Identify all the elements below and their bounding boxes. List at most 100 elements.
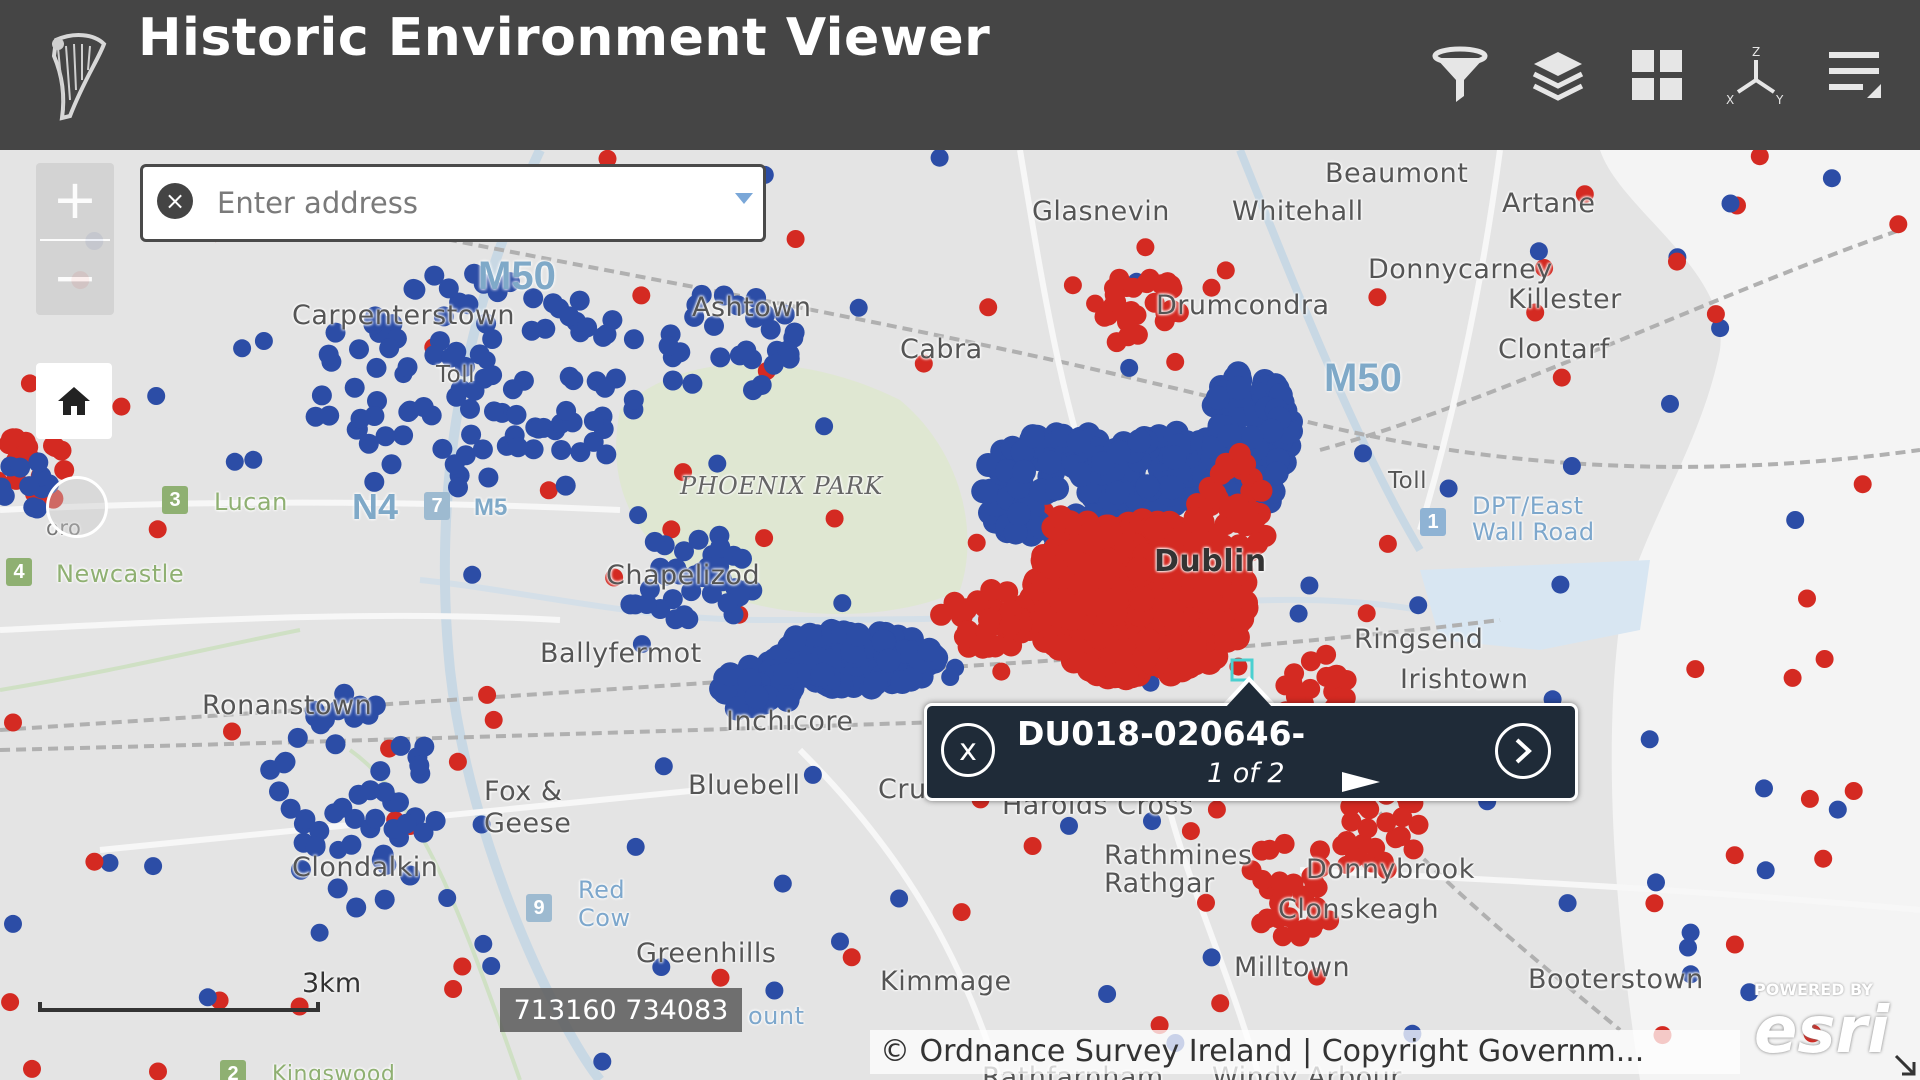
monument-point[interactable] — [1183, 506, 1206, 529]
monument-point[interactable] — [1067, 551, 1092, 576]
monument-point[interactable] — [717, 593, 738, 614]
monument-point[interactable] — [223, 722, 241, 741]
monument-point[interactable] — [311, 385, 332, 406]
monument-point[interactable] — [1181, 822, 1200, 841]
monument-point[interactable] — [1786, 511, 1805, 529]
monument-point[interactable] — [967, 533, 986, 552]
monument-point[interactable] — [1037, 450, 1062, 475]
monument-point[interactable] — [85, 852, 104, 871]
monument-point[interactable] — [810, 662, 835, 687]
monument-point[interactable] — [1551, 575, 1570, 594]
monument-point[interactable] — [506, 404, 527, 425]
monument-point[interactable] — [1104, 284, 1125, 305]
monument-point[interactable] — [1207, 800, 1226, 819]
monument-point[interactable] — [403, 278, 424, 299]
monument-point[interactable] — [849, 298, 868, 317]
monument-point[interactable] — [350, 408, 371, 429]
monument-point[interactable] — [629, 506, 648, 525]
monument-point[interactable] — [773, 874, 792, 893]
monument-point[interactable] — [1721, 194, 1740, 213]
monument-point[interactable] — [755, 529, 774, 548]
monument-point[interactable] — [478, 685, 497, 704]
monument-point[interactable] — [890, 889, 909, 908]
monument-point[interactable] — [513, 370, 534, 391]
monument-point[interactable] — [953, 625, 976, 648]
monument-point[interactable] — [370, 761, 391, 782]
monument-point[interactable] — [1409, 596, 1428, 615]
monument-point[interactable] — [325, 734, 346, 755]
monument-point[interactable] — [1205, 385, 1230, 410]
monument-point[interactable] — [1822, 169, 1841, 188]
coordinate-button[interactable]: Z X Y — [1724, 44, 1788, 108]
monument-point[interactable] — [269, 781, 289, 802]
monument-point[interactable] — [570, 442, 591, 463]
monument-point[interactable] — [1063, 276, 1082, 295]
monument-point[interactable] — [1242, 512, 1265, 535]
monument-point[interactable] — [379, 338, 400, 359]
monument-point[interactable] — [365, 808, 386, 829]
monument-point[interactable] — [556, 400, 577, 421]
monument-point[interactable] — [1006, 502, 1031, 527]
monument-point[interactable] — [1086, 623, 1112, 650]
filter-button[interactable] — [1428, 44, 1492, 108]
monument-point[interactable] — [1066, 429, 1091, 454]
basemap-gallery-button[interactable] — [1626, 44, 1690, 108]
monument-point[interactable] — [658, 335, 679, 356]
monument-point[interactable] — [1552, 368, 1571, 387]
monument-point[interactable] — [1105, 480, 1130, 505]
monument-point[interactable] — [1216, 261, 1235, 280]
monument-point[interactable] — [1706, 305, 1725, 324]
monument-point[interactable] — [358, 433, 379, 454]
monument-point[interactable] — [1160, 475, 1184, 500]
monument-point[interactable] — [453, 957, 472, 976]
monument-point[interactable] — [4, 713, 22, 732]
monument-point[interactable] — [1725, 846, 1744, 865]
monument-point[interactable] — [1162, 445, 1187, 470]
monument-point[interactable] — [1081, 657, 1108, 684]
monument-point[interactable] — [482, 957, 501, 975]
search-clear-button[interactable]: × — [157, 183, 193, 219]
address-search-input[interactable] — [215, 177, 689, 229]
monument-point[interactable] — [147, 387, 166, 405]
monument-point[interactable] — [674, 605, 695, 626]
monument-point[interactable] — [474, 934, 493, 953]
monument-point[interactable] — [4, 914, 22, 933]
monument-point[interactable] — [478, 467, 499, 488]
monument-point[interactable] — [1020, 424, 1045, 449]
monument-point[interactable] — [344, 808, 365, 829]
monument-point[interactable] — [1057, 593, 1084, 620]
monument-point[interactable] — [413, 397, 434, 417]
monument-point[interactable] — [1222, 584, 1249, 611]
monument-point[interactable] — [1783, 668, 1802, 687]
monument-point[interactable] — [979, 298, 998, 317]
monument-point[interactable] — [763, 354, 784, 375]
monument-point[interactable] — [654, 757, 673, 776]
monument-point[interactable] — [577, 317, 598, 338]
monument-point[interactable] — [1135, 474, 1160, 499]
monument-point[interactable] — [786, 230, 805, 248]
monument-point[interactable] — [2, 428, 23, 449]
monument-point[interactable] — [1889, 215, 1908, 234]
monument-point[interactable] — [438, 889, 457, 907]
monument-point[interactable] — [349, 339, 369, 360]
monument-point[interactable] — [1815, 650, 1834, 668]
monument-point[interactable] — [1828, 800, 1847, 819]
monument-point[interactable] — [596, 444, 617, 465]
monument-point[interactable] — [409, 755, 430, 776]
monument-point[interactable] — [1251, 913, 1272, 934]
monument-point[interactable] — [444, 454, 465, 475]
monument-point[interactable] — [551, 440, 572, 460]
monument-point[interactable] — [1102, 587, 1129, 614]
monument-point[interactable] — [1, 993, 20, 1012]
monument-point[interactable] — [374, 889, 395, 910]
monument-point[interactable] — [831, 932, 849, 951]
monument-point[interactable] — [1226, 375, 1251, 400]
monument-point[interactable] — [1121, 301, 1142, 321]
monument-point[interactable] — [1023, 837, 1042, 855]
monument-point[interactable] — [1814, 849, 1833, 868]
monument-point[interactable] — [992, 662, 1011, 681]
monument-point[interactable] — [244, 450, 263, 469]
monument-point[interactable] — [1562, 457, 1581, 475]
monument-point[interactable] — [1323, 668, 1344, 689]
monument-point[interactable] — [1756, 861, 1775, 880]
